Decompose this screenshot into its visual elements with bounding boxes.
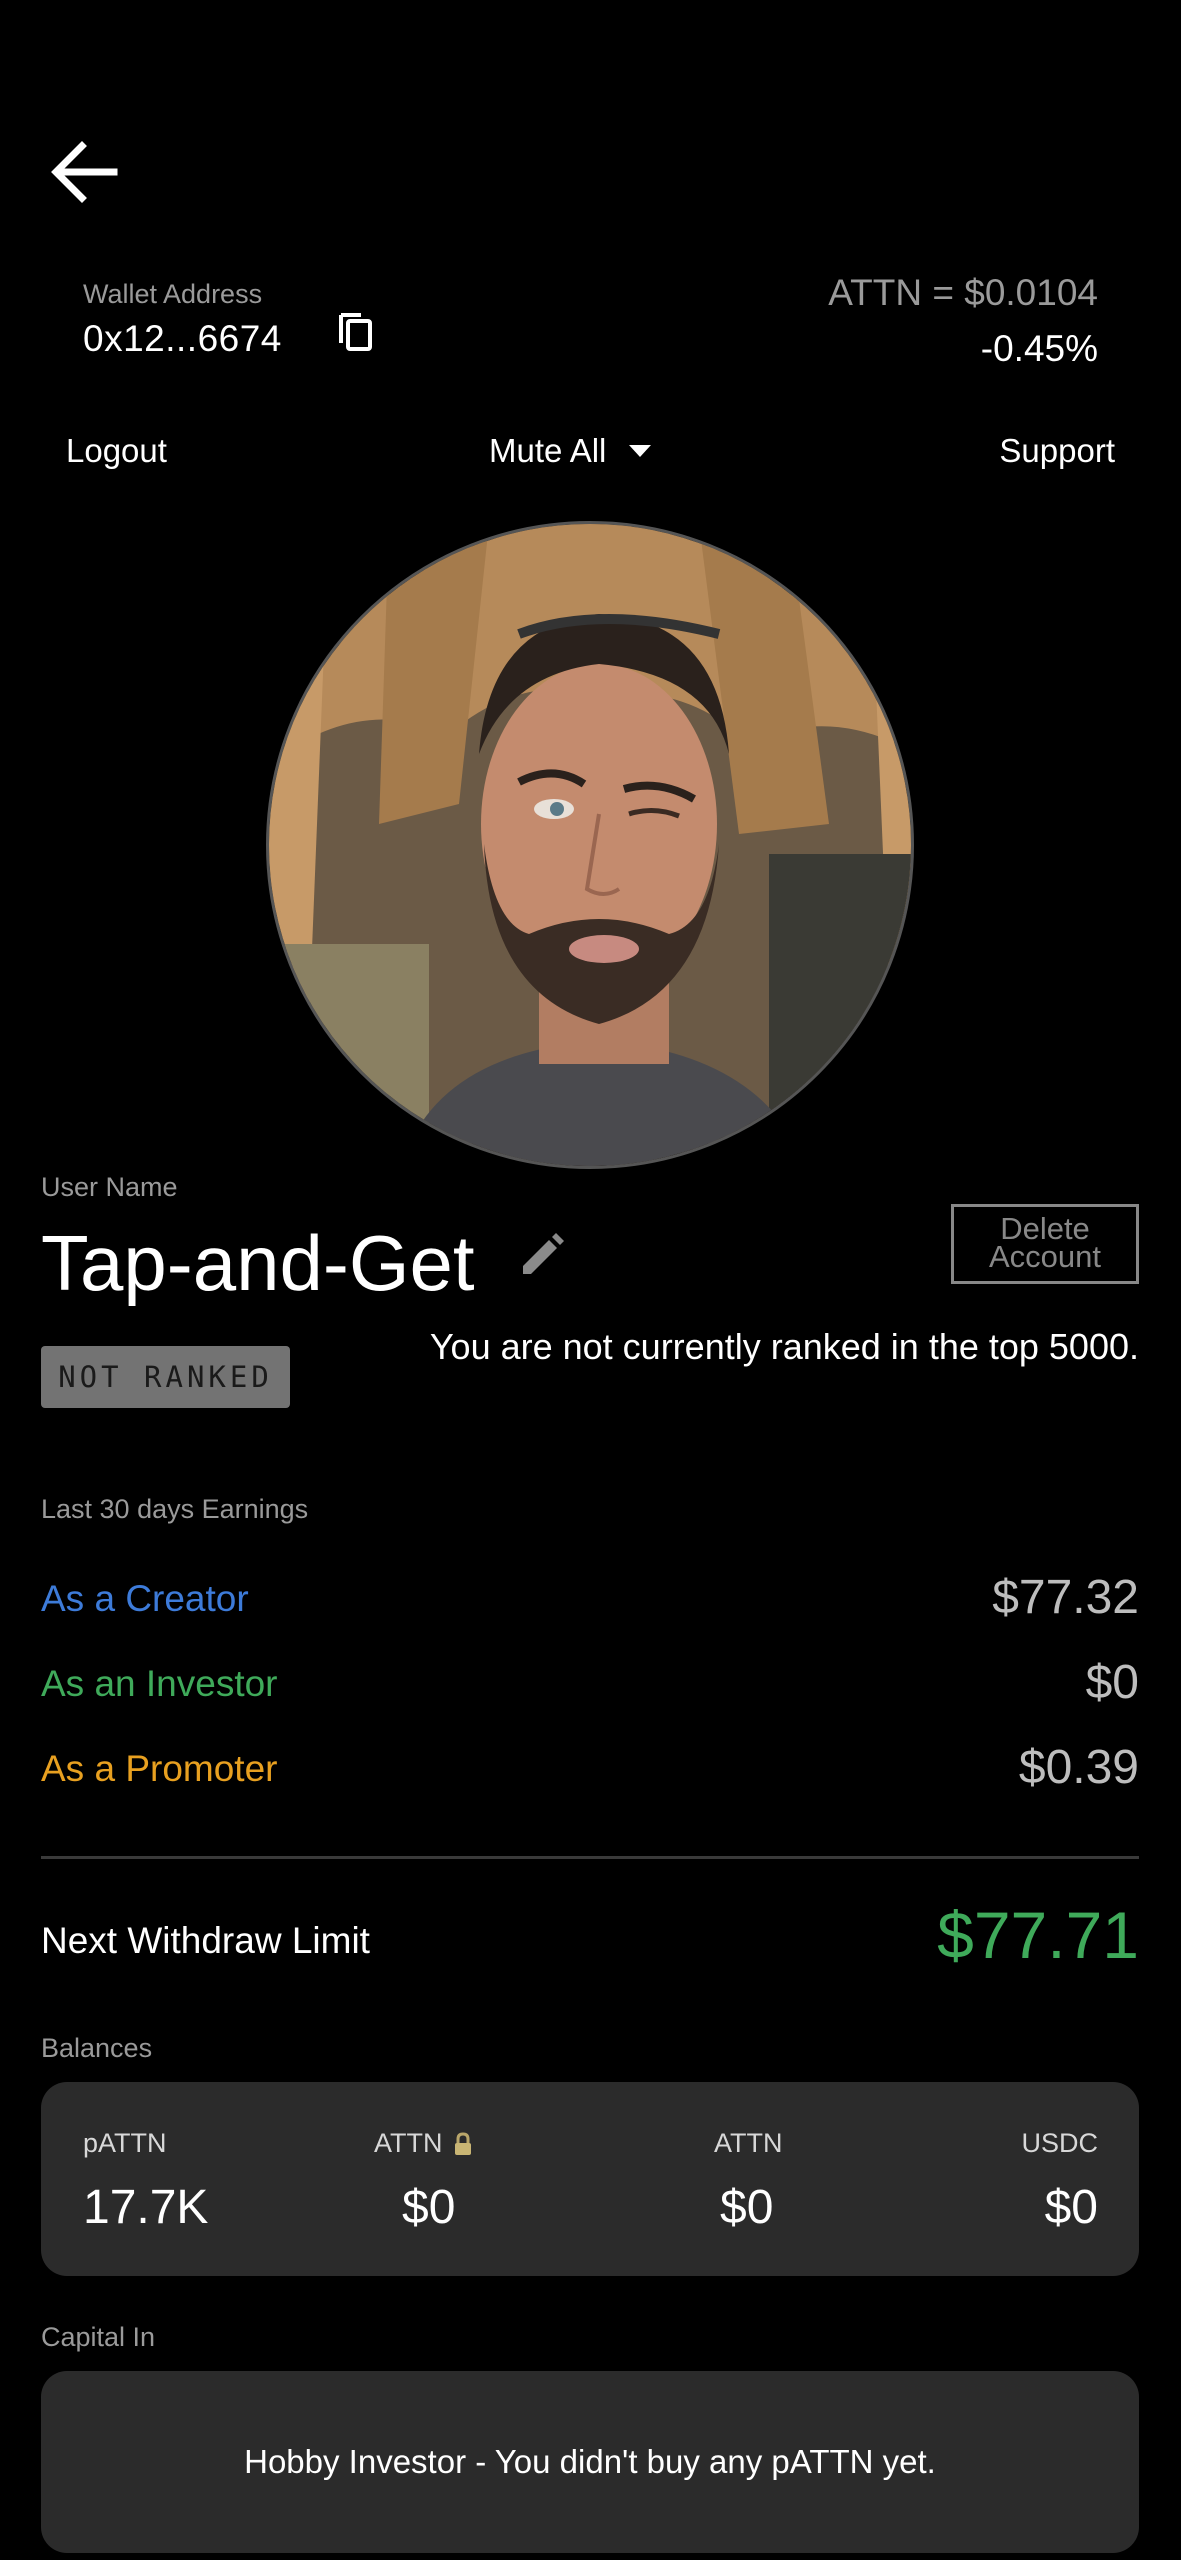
caret-down-icon: [629, 445, 652, 457]
capital-in-label: Capital In: [41, 2322, 156, 2352]
balance-attn-label: ATTN: [714, 2128, 783, 2158]
creator-earnings-label: As a Creator: [41, 1578, 249, 1619]
balance-pattn-label: pATTN: [83, 2128, 167, 2158]
user-name: Tap-and-Get: [41, 1219, 475, 1307]
mute-all-dropdown[interactable]: Mute All: [489, 432, 652, 470]
capital-in-card: Hobby Investor - You didn't buy any pATT…: [41, 2371, 1139, 2553]
balance-attn-value: $0: [720, 2181, 774, 2234]
investor-earnings-value: $0: [1085, 1656, 1139, 1709]
logout-button[interactable]: Logout: [66, 432, 167, 470]
balance-attn-locked-label: ATTN: [374, 2128, 443, 2158]
support-button[interactable]: Support: [999, 432, 1115, 470]
balance-attn-locked-header: ATTN: [374, 2128, 473, 2159]
back-button[interactable]: [44, 134, 124, 214]
promoter-earnings-label: As a Promoter: [41, 1748, 278, 1789]
balances-section-label: Balances: [41, 2033, 153, 2063]
balance-usdc-label: USDC: [1021, 2128, 1098, 2158]
copy-address-button[interactable]: [333, 309, 379, 355]
creator-earnings-value: $77.32: [992, 1571, 1139, 1624]
wallet-address: 0x12...6674: [83, 318, 282, 359]
balance-usdc-value: $0: [1044, 2181, 1098, 2234]
earnings-section-label: Last 30 days Earnings: [41, 1494, 309, 1524]
mute-all-label: Mute All: [489, 432, 607, 469]
balance-attn-locked-value: $0: [402, 2181, 456, 2234]
wallet-address-label: Wallet Address: [83, 279, 263, 309]
user-name-label: User Name: [41, 1172, 178, 1202]
capital-in-text: Hobby Investor - You didn't buy any pATT…: [244, 2443, 936, 2480]
withdraw-limit-label: Next Withdraw Limit: [41, 1920, 370, 1961]
rank-status-text: You are not currently ranked in the top …: [429, 1326, 1139, 1367]
investor-earnings-label: As an Investor: [41, 1663, 278, 1704]
attn-price-change: -0.45%: [980, 328, 1098, 369]
edit-username-button[interactable]: [515, 1230, 567, 1282]
promoter-earnings-value: $0.39: [1018, 1741, 1139, 1794]
pencil-icon: [523, 1233, 564, 1274]
delete-account-button[interactable]: Delete Account: [951, 1204, 1139, 1284]
section-divider: [41, 1856, 1139, 1859]
profile-avatar[interactable]: [266, 521, 914, 1169]
rank-badge: NOT RANKED: [41, 1346, 290, 1408]
arrow-left-icon: [51, 141, 118, 203]
attn-price: ATTN = $0.0104: [828, 272, 1098, 313]
withdraw-limit-value: $77.71: [937, 1898, 1139, 1972]
copy-icon: [339, 313, 372, 351]
balance-pattn-value: 17.7K: [83, 2181, 209, 2234]
lock-icon: [454, 2131, 471, 2155]
avatar-photo: [269, 524, 911, 1166]
balances-card: [41, 2082, 1139, 2276]
